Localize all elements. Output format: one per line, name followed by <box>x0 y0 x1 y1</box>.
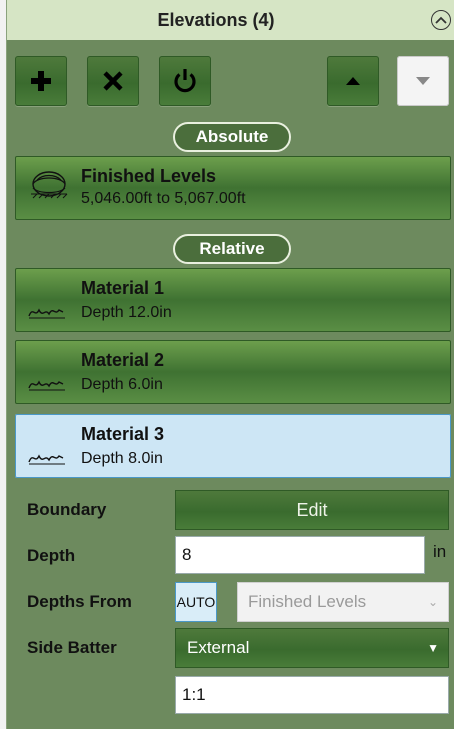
chevron-down-icon: ⌄ <box>427 595 438 609</box>
collapse-button[interactable] <box>431 10 451 30</box>
side-batter-label: Side Batter <box>27 638 117 657</box>
chevron-up-icon <box>435 16 447 24</box>
x-icon <box>103 71 123 91</box>
move-down-button[interactable] <box>397 56 449 106</box>
depth-label: Depth <box>27 546 76 565</box>
plus-icon <box>31 71 51 91</box>
section-absolute: Absolute <box>173 122 291 152</box>
elevation-item-name: Finished Levels <box>81 166 217 186</box>
triangle-down-icon <box>416 77 430 85</box>
elevation-item-detail: 5,046.00ft to 5,067.00ft <box>81 190 246 207</box>
material-hatch-icon <box>28 454 65 465</box>
delete-button[interactable] <box>87 56 139 106</box>
elevation-item-name: Material 3 <box>81 424 165 444</box>
elevations-panel: Elevations (4) Absolute Finished Levels … <box>6 0 454 729</box>
power-icon <box>174 69 196 93</box>
depth-input[interactable]: 8 <box>175 536 425 574</box>
material-hatch-icon <box>28 308 65 319</box>
side-batter-value: External <box>187 638 250 657</box>
depths-from-select[interactable]: Finished Levels ⌄ <box>237 582 449 622</box>
elevation-item-material-3[interactable]: Material 3 Depth 8.0in <box>15 414 451 478</box>
elevation-item-name: Material 1 <box>81 278 165 298</box>
elevation-item-detail: Depth 6.0in <box>81 376 163 393</box>
side-batter-select[interactable]: External ▼ <box>175 628 449 668</box>
add-button[interactable] <box>15 56 67 106</box>
triangle-up-icon <box>346 77 360 85</box>
material-hatch-icon <box>28 380 65 391</box>
elevation-item-material-1[interactable]: Material 1 Depth 12.0in <box>15 268 451 332</box>
section-relative: Relative <box>173 234 291 264</box>
power-button[interactable] <box>159 56 211 106</box>
elevation-item-name: Material 2 <box>81 350 165 370</box>
depths-from-value: Finished Levels <box>248 592 367 611</box>
properties-panel: Boundary Edit Depth 8 in Depths From AUT… <box>15 484 451 720</box>
elevation-item-detail: Depth 12.0in <box>81 304 172 321</box>
auto-toggle[interactable]: AUTO <box>175 582 217 622</box>
terrain-layers-icon <box>31 171 68 199</box>
depths-from-label: Depths From <box>27 592 132 611</box>
move-up-button[interactable] <box>327 56 379 106</box>
elevation-item-finished-levels[interactable]: Finished Levels 5,046.00ft to 5,067.00ft <box>15 156 451 220</box>
edit-boundary-button[interactable]: Edit <box>175 490 449 530</box>
depth-unit: in <box>433 542 447 561</box>
elevation-item-detail: Depth 8.0in <box>81 450 163 467</box>
panel-header: Elevations (4) <box>7 0 454 40</box>
chevron-down-icon: ▼ <box>427 641 439 655</box>
panel-title: Elevations (4) <box>157 10 275 30</box>
batter-ratio-input[interactable]: 1:1 <box>175 676 449 714</box>
elevation-item-material-2[interactable]: Material 2 Depth 6.0in <box>15 340 451 404</box>
boundary-label: Boundary <box>27 500 107 519</box>
